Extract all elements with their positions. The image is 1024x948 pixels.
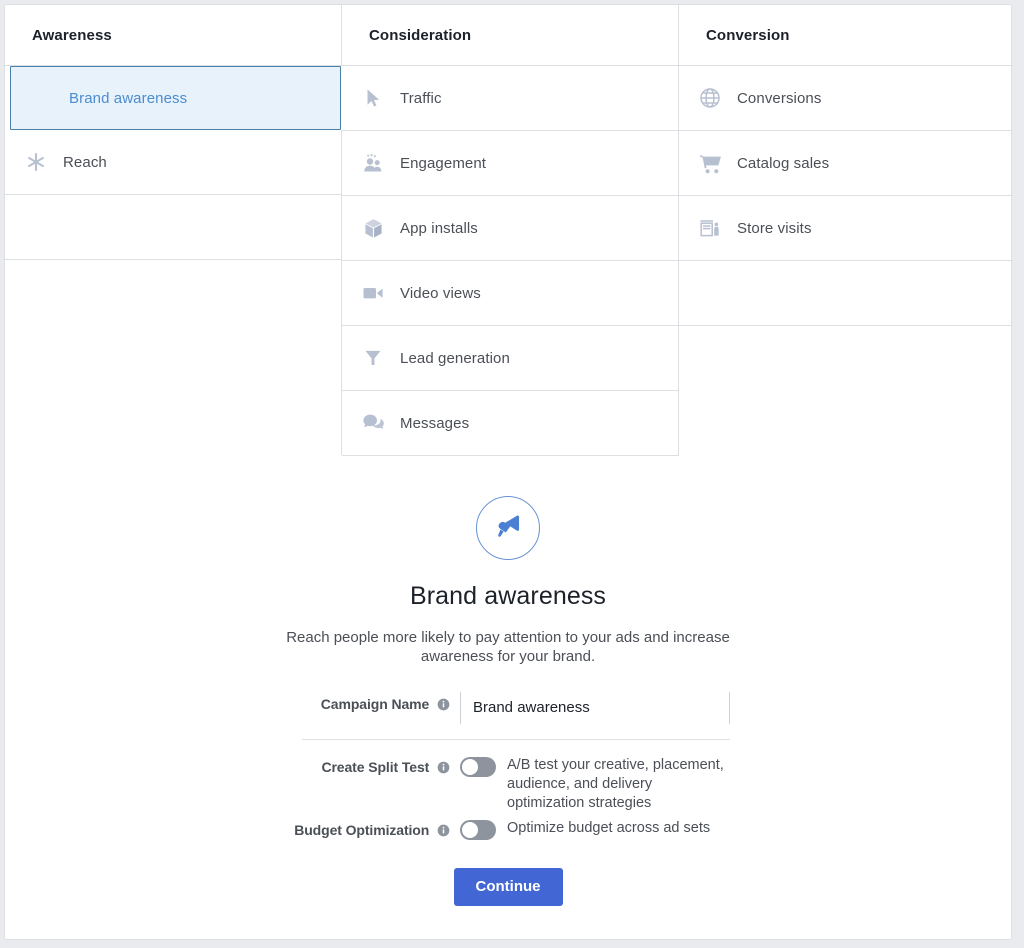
- info-icon[interactable]: [437, 824, 450, 840]
- column-header-label: Awareness: [32, 26, 112, 44]
- column-header-consideration: Consideration: [342, 5, 679, 66]
- globe-icon: [697, 85, 723, 111]
- campaign-name-row: Campaign Name: [286, 691, 730, 724]
- split-test-label: Create Split Test: [286, 756, 460, 777]
- form-divider: [302, 738, 730, 740]
- column-filler: [5, 195, 342, 260]
- split-test-toggle[interactable]: [460, 756, 496, 777]
- split-test-row: Create Split Test A/B test your creative…: [286, 756, 730, 813]
- megaphone-icon: [476, 496, 540, 560]
- objective-grid: Awareness Brand awareness Reach Consider…: [5, 5, 1011, 460]
- campaign-name-label-text: Campaign Name: [320, 695, 430, 712]
- people-icon: [360, 150, 386, 176]
- objective-item-label: Lead generation: [400, 349, 510, 367]
- campaign-form: Campaign Name Create Split: [286, 691, 730, 840]
- budget-optimization-row: Budget Optimization Optimize budget acro…: [286, 819, 730, 840]
- objective-item-messages[interactable]: Messages: [342, 391, 679, 456]
- video-camera-icon: [360, 280, 386, 306]
- objective-item-conversions[interactable]: Conversions: [679, 66, 1011, 131]
- split-test-label-text: Create Split Test: [321, 758, 430, 775]
- funnel-icon: [360, 345, 386, 371]
- cursor-icon: [360, 85, 386, 111]
- shopping-cart-icon: [697, 150, 723, 176]
- budget-optimization-label-text: Budget Optimization: [294, 821, 430, 838]
- page-title: Brand awareness: [409, 582, 607, 610]
- objective-item-label: Catalog sales: [737, 154, 830, 172]
- column-filler: [679, 391, 1011, 456]
- objective-detail-panel: Brand awareness Reach people more likely…: [5, 460, 1011, 906]
- campaign-name-field-wrapper: [460, 691, 730, 724]
- objective-item-brand-awareness[interactable]: Brand awareness: [10, 66, 341, 130]
- objective-item-label: Engagement: [400, 154, 487, 172]
- objective-item-label: Messages: [400, 414, 470, 432]
- objective-item-label: Reach: [63, 153, 107, 171]
- chat-bubbles-icon: [360, 410, 386, 436]
- objective-item-label: Store visits: [737, 219, 812, 237]
- column-filler: [679, 261, 1011, 326]
- objective-column-conversion: Conversion Conversions Catalog sales Sto…: [679, 5, 1011, 456]
- budget-optimization-label: Budget Optimization: [286, 819, 460, 840]
- toggle-knob: [462, 821, 478, 838]
- continue-button-wrapper: Continue: [5, 867, 1011, 906]
- column-header-conversion: Conversion: [679, 5, 1011, 66]
- column-filler: [5, 390, 342, 455]
- objective-item-engagement[interactable]: Engagement: [342, 131, 679, 196]
- cube-icon: [360, 215, 386, 241]
- column-filler: [5, 325, 342, 390]
- objective-item-label: App installs: [400, 219, 478, 237]
- toggle-knob: [462, 758, 478, 775]
- objective-item-label: Conversions: [737, 89, 822, 107]
- budget-optimization-description: Optimize budget across ad sets: [507, 819, 711, 836]
- info-icon[interactable]: [437, 761, 450, 777]
- objective-item-lead-generation[interactable]: Lead generation: [342, 326, 679, 391]
- column-filler: [5, 260, 342, 325]
- objective-item-label: Video views: [400, 284, 481, 302]
- objective-item-video-views[interactable]: Video views: [342, 261, 679, 326]
- column-header-awareness: Awareness: [5, 5, 342, 66]
- objective-column-consideration: Consideration Traffic Engagement App ins…: [342, 5, 679, 456]
- objective-description: Reach people more likely to pay attentio…: [286, 628, 730, 665]
- campaign-name-input[interactable]: [461, 691, 729, 724]
- objective-item-traffic[interactable]: Traffic: [342, 66, 679, 131]
- objective-item-label: Brand awareness: [69, 89, 188, 107]
- split-test-description: A/B test your creative, placement, audie…: [507, 756, 724, 811]
- info-icon[interactable]: [437, 698, 450, 714]
- objective-item-reach[interactable]: Reach: [5, 130, 342, 195]
- storefront-icon: [697, 215, 723, 241]
- column-header-label: Consideration: [369, 26, 472, 44]
- objective-item-label: Traffic: [400, 89, 442, 107]
- starburst-icon: [23, 149, 49, 175]
- campaign-objective-card: Awareness Brand awareness Reach Consider…: [4, 4, 1012, 940]
- objective-item-store-visits[interactable]: Store visits: [679, 196, 1011, 261]
- column-header-label: Conversion: [706, 26, 790, 44]
- objective-item-catalog-sales[interactable]: Catalog sales: [679, 131, 1011, 196]
- budget-optimization-toggle[interactable]: [460, 819, 496, 840]
- continue-button[interactable]: Continue: [453, 867, 563, 906]
- objective-column-awareness: Awareness Brand awareness Reach: [5, 5, 342, 455]
- campaign-name-label: Campaign Name: [286, 692, 460, 714]
- column-filler: [679, 326, 1011, 391]
- objective-item-app-installs[interactable]: App installs: [342, 196, 679, 261]
